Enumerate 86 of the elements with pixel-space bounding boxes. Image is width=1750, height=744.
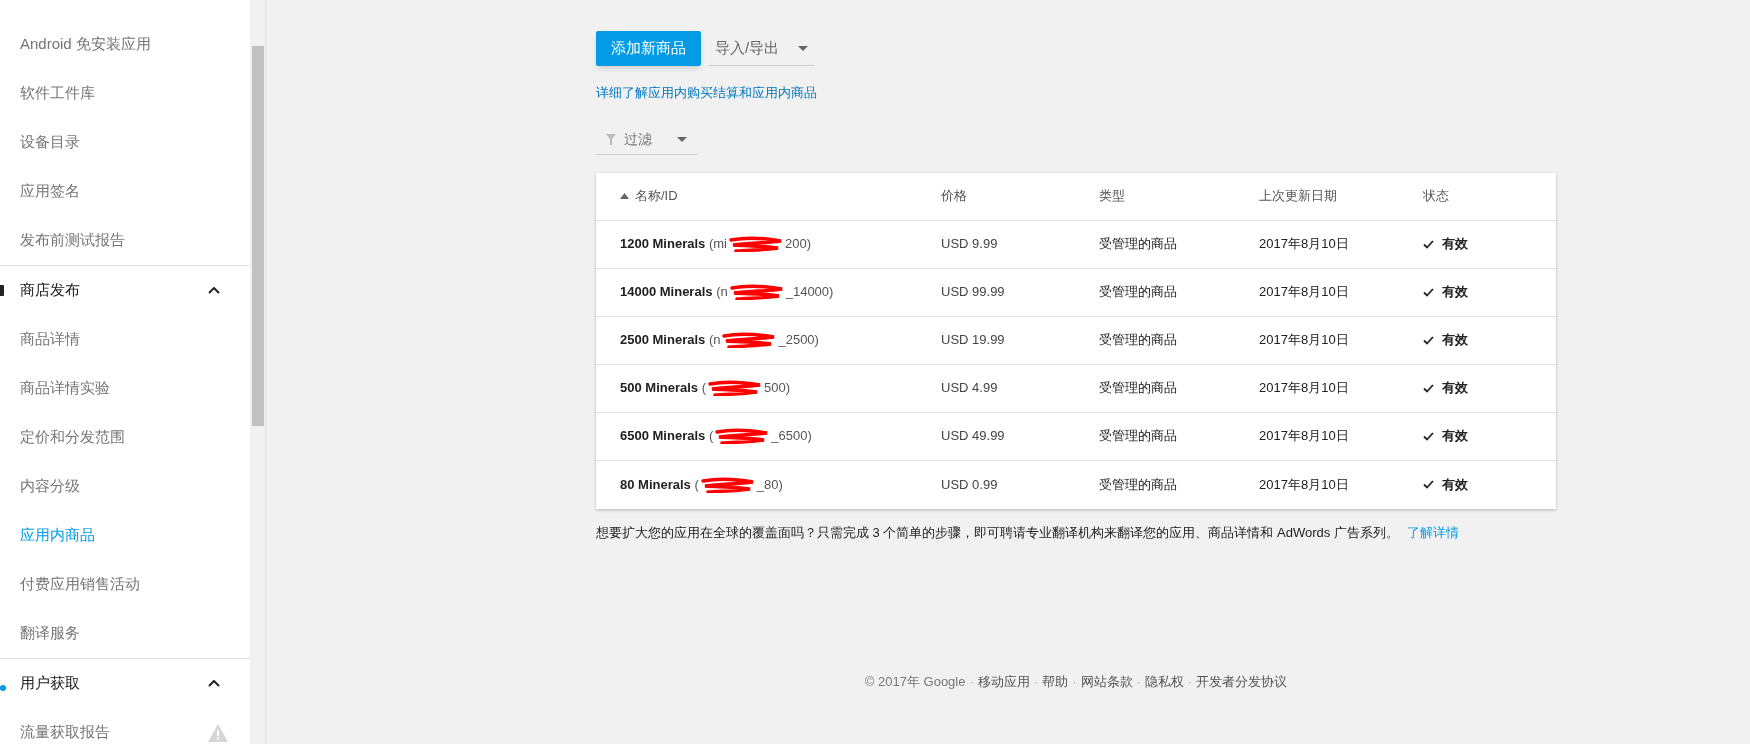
learn-more-link[interactable]: 详细了解应用内购买结算和应用内商品 bbox=[596, 83, 817, 103]
product-id: _80) bbox=[756, 475, 783, 494]
product-id: 200) bbox=[784, 235, 811, 254]
status-text: 有效 bbox=[1442, 379, 1468, 398]
sidebar-item[interactable]: 软件工件库 bbox=[0, 69, 250, 118]
table-cell-text: 2017年8月10日 bbox=[1259, 379, 1349, 398]
status-text: 有效 bbox=[1442, 427, 1468, 446]
sort-ascending-icon[interactable] bbox=[620, 193, 629, 199]
table-cell-text: USD 9.99 bbox=[941, 235, 998, 254]
table-cell-text: 2017年8月10日 bbox=[1259, 235, 1349, 254]
table-cell-text: USD 19.99 bbox=[941, 331, 1005, 350]
column-header: 价格 bbox=[941, 187, 967, 206]
scrollbar-thumb[interactable] bbox=[251, 46, 264, 426]
add-product-button[interactable]: 添加新商品 bbox=[596, 31, 701, 66]
product-name: 500 Minerals ( bbox=[620, 379, 706, 398]
product-name: 80 Minerals ( bbox=[620, 475, 699, 494]
table-cell-text: USD 0.99 bbox=[941, 475, 998, 494]
separator-dot: · bbox=[1187, 673, 1193, 691]
status-text: 有效 bbox=[1442, 235, 1468, 254]
chevron-icon bbox=[208, 680, 220, 687]
caret-icon bbox=[677, 136, 687, 142]
sidebar-item[interactable]: 商品详情 bbox=[0, 315, 250, 364]
section-header[interactable]: 商店发布 bbox=[0, 266, 250, 315]
product-id: 500) bbox=[764, 379, 791, 398]
sidebar-item[interactable]: 定价和分发范围 bbox=[0, 413, 250, 462]
caret-icon bbox=[798, 45, 808, 51]
table-cell-text: 受管理的商品 bbox=[1099, 331, 1177, 350]
product-id: _6500) bbox=[771, 427, 812, 446]
product-name: 14000 Minerals (n bbox=[620, 283, 728, 302]
sidebar-item[interactable]: 应用签名 bbox=[0, 167, 250, 216]
table-cell-text: 受管理的商品 bbox=[1099, 283, 1177, 302]
product-id: _14000) bbox=[785, 283, 834, 302]
separator-dot: · bbox=[1072, 673, 1077, 691]
footer-link[interactable]: 隐私权 bbox=[1144, 672, 1184, 692]
product-name: 6500 Minerals ( bbox=[620, 427, 714, 446]
footer-link[interactable]: 移动应用 bbox=[977, 672, 1030, 692]
table-cell-text: 受管理的商品 bbox=[1099, 235, 1177, 254]
separator-dot: · bbox=[969, 673, 974, 691]
table-cell-text: USD 49.99 bbox=[941, 427, 1005, 446]
table-cell-text: USD 99.99 bbox=[941, 283, 1005, 302]
sidebar-item[interactable]: 付费应用销售活动 bbox=[0, 560, 250, 609]
sidebar-item[interactable]: 内容分级 bbox=[0, 462, 250, 511]
sidebar-item[interactable]: 发布前测试报告 bbox=[0, 216, 250, 265]
section-icon bbox=[0, 285, 4, 296]
sidebar-item[interactable]: Android 免安装应用 bbox=[0, 20, 250, 69]
section-header[interactable]: 用户获取 bbox=[0, 659, 250, 708]
product-id: _2500) bbox=[778, 331, 819, 350]
translation-promo-text: 想要扩大您的应用在全球的覆盖面吗？只需完成 3 个简单的步骤，即可聘请专业翻译机构来翻译您的应用、商品详情和 AdWords 广告系列。 了解详情 bbox=[596, 523, 1460, 542]
column-header: 状态 bbox=[1423, 187, 1449, 206]
table-cell-text: USD 4.99 bbox=[941, 379, 998, 398]
status-text: 有效 bbox=[1442, 475, 1468, 494]
sidebar-item[interactable]: 翻译服务 bbox=[0, 609, 250, 658]
redaction-scribble bbox=[707, 380, 763, 396]
filter-icon bbox=[606, 133, 616, 145]
redaction-scribble bbox=[699, 476, 756, 493]
table-cell-text: 受管理的商品 bbox=[1099, 379, 1177, 398]
table-cell-text: 2017年8月10日 bbox=[1259, 283, 1349, 302]
footer-link[interactable]: 网站条款 bbox=[1080, 672, 1133, 692]
section-icon bbox=[0, 685, 6, 691]
learn-more-link[interactable]: 了解详情 bbox=[1406, 524, 1459, 540]
sidebar-item[interactable]: 商品详情实验 bbox=[0, 364, 250, 413]
separator-dot: · bbox=[1136, 673, 1141, 691]
filter-dropdown[interactable]: 过滤 bbox=[596, 124, 697, 155]
table-cell-text: 2017年8月10日 bbox=[1259, 427, 1349, 446]
footer-link[interactable]: 开发者分发协议 bbox=[1196, 672, 1288, 692]
sidebar-item[interactable]: 应用内商品 bbox=[0, 511, 250, 560]
sidebar-item[interactable]: 设备目录 bbox=[0, 118, 250, 167]
redaction-scribble bbox=[727, 236, 784, 252]
sidebar-item[interactable]: 流量获取报告 bbox=[0, 708, 250, 744]
table-cell-text: 受管理的商品 bbox=[1099, 475, 1177, 494]
product-name: 2500 Minerals (n bbox=[620, 331, 721, 350]
separator-dot: · bbox=[1033, 673, 1039, 691]
chevron-icon bbox=[208, 287, 220, 294]
table-cell-text: 受管理的商品 bbox=[1099, 427, 1177, 446]
column-header: 类型 bbox=[1099, 187, 1125, 206]
product-name: 1200 Minerals (mi bbox=[620, 235, 727, 254]
footer-link[interactable]: 帮助 bbox=[1042, 672, 1069, 692]
redaction-scribble bbox=[728, 284, 785, 300]
column-header: 上次更新日期 bbox=[1259, 187, 1337, 206]
column-header[interactable]: 名称/ID bbox=[635, 186, 678, 206]
table-cell-text: 2017年8月10日 bbox=[1259, 475, 1349, 494]
copyright-text: © 2017年 Google bbox=[864, 673, 966, 691]
table-cell-text: 2017年8月10日 bbox=[1259, 331, 1349, 350]
status-text: 有效 bbox=[1442, 283, 1468, 302]
status-text: 有效 bbox=[1442, 331, 1468, 350]
import-export-dropdown[interactable]: 导入/导出 bbox=[709, 31, 814, 66]
